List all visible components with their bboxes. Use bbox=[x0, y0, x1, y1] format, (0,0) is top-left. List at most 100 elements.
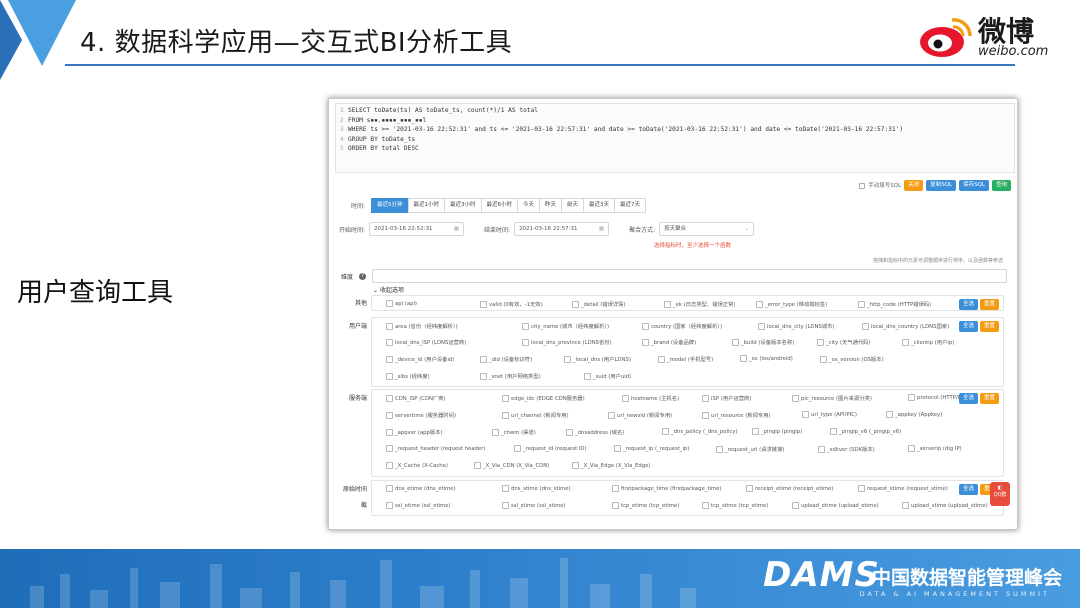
option-checkbox[interactable]: request_stime (request_stime) bbox=[858, 485, 948, 492]
agg-select[interactable]: 按天聚合 ⌄ bbox=[659, 222, 755, 236]
option-checkbox[interactable]: _dns_policy (_dns_policy) bbox=[662, 428, 738, 435]
option-checkbox[interactable]: tcp_stime (tcp_stime) bbox=[702, 502, 768, 509]
option-checkbox[interactable]: _request_ip (_request_ip) bbox=[614, 445, 689, 452]
reset-button[interactable]: 重置 bbox=[979, 299, 999, 310]
option-checkbox[interactable]: edge_idc (EDGE CDN服务器) bbox=[502, 394, 585, 402]
time-option[interactable]: 最近7天 bbox=[614, 198, 647, 213]
time-option[interactable]: 前天 bbox=[561, 198, 585, 213]
sql-editor[interactable]: 1 SELECT toDate(ts) AS toDate_ts, count(*… bbox=[335, 103, 1015, 173]
option-checkbox[interactable]: _error_type (移动端标签) bbox=[756, 300, 827, 308]
close-button[interactable]: 关闭 bbox=[904, 179, 924, 191]
option-checkbox[interactable]: _model (手机型号) bbox=[658, 355, 713, 363]
option-checkbox[interactable]: _sdkver (SDK版本) bbox=[818, 445, 875, 453]
dimension-input[interactable] bbox=[372, 269, 1008, 283]
option-checkbox[interactable]: url_channel (新闻专用) bbox=[502, 411, 569, 419]
time-option[interactable]: 最近1小时 bbox=[407, 198, 445, 213]
option-checkbox[interactable]: valid (0有效，-1无效) bbox=[480, 300, 543, 308]
option-checkbox[interactable]: _X_Via_CDN (X_Via_CDN) bbox=[474, 462, 549, 469]
time-option[interactable]: 最近3小时 bbox=[444, 198, 482, 213]
option-checkbox[interactable]: _city (天气通代码) bbox=[817, 338, 871, 346]
option-checkbox[interactable]: pic_resource (图片来源分类) bbox=[792, 394, 872, 402]
select-all-button[interactable]: 全选 bbox=[958, 484, 978, 495]
option-checkbox[interactable]: _device_id (用户设备id) bbox=[386, 355, 454, 363]
option-checkbox[interactable]: _sibs (经纬度) bbox=[386, 372, 430, 380]
time-option[interactable]: 最近5分钟 bbox=[371, 198, 409, 213]
query-button[interactable]: 查询 bbox=[991, 179, 1011, 191]
option-checkbox[interactable]: _snet (用户网络类型) bbox=[480, 372, 541, 380]
option-checkbox[interactable]: local_dns_country (LDNS国家) bbox=[862, 322, 949, 330]
header-light-triangle bbox=[8, 0, 76, 66]
option-checkbox[interactable]: local_dns_city (LDNS城市) bbox=[758, 322, 834, 330]
reset-button[interactable]: 重置 bbox=[979, 393, 999, 404]
end-time-input[interactable]: 2021-03-16 22:57:31 ▦ bbox=[514, 222, 610, 236]
option-checkbox[interactable]: _detail (错误详情) bbox=[572, 300, 626, 308]
option-checkbox[interactable]: url_type (API/PIC) bbox=[802, 411, 857, 418]
select-all-button[interactable]: 全选 bbox=[958, 321, 978, 332]
chevron-down-icon: ⌄ bbox=[373, 287, 380, 294]
option-checkbox[interactable]: _X_Via_Edge (X_Via_Edge) bbox=[572, 462, 650, 469]
time-option[interactable]: 昨天 bbox=[539, 198, 563, 213]
option-checkbox[interactable]: tcp_etime (tcp_etime) bbox=[612, 502, 679, 509]
collapse-options-toggle[interactable]: ⌄ 收起选项 bbox=[373, 285, 404, 294]
time-option[interactable]: 最近3天 bbox=[583, 198, 616, 213]
option-checkbox[interactable]: _request_id (request ID) bbox=[514, 445, 587, 452]
option-checkbox[interactable]: _chwm (渠道) bbox=[492, 428, 536, 436]
option-checkbox[interactable]: local_dns_ISP (LDNS运营商) bbox=[386, 338, 466, 346]
select-all-button[interactable]: 全选 bbox=[958, 393, 978, 404]
option-checkbox[interactable]: upload_etime (upload_etime) bbox=[792, 502, 879, 509]
option-checkbox[interactable]: _appver (app版本) bbox=[386, 428, 443, 436]
manual-sql-checkbox[interactable]: 手动填写SQL bbox=[859, 181, 901, 189]
sql-line: 4 GROUP BY toDate_ts bbox=[340, 135, 416, 143]
option-checkbox[interactable]: dns_etime (dns_etime) bbox=[386, 485, 456, 492]
option-checkbox[interactable]: _brand (设备品牌) bbox=[642, 338, 696, 346]
option-checkbox[interactable]: local_dns_province (LDNS省份) bbox=[522, 338, 612, 346]
option-checkbox[interactable]: CDN_ISP (CDN厂商) bbox=[386, 394, 446, 402]
option-checkbox[interactable]: api (api) bbox=[386, 300, 417, 307]
option-checkbox[interactable]: dns_stime (dns_stime) bbox=[502, 485, 571, 492]
calendar-icon: ▦ bbox=[453, 226, 460, 232]
skyline-building bbox=[330, 580, 346, 608]
select-all-button[interactable]: 全选 bbox=[958, 299, 978, 310]
option-checkbox[interactable]: _local_dns (用户LDNS) bbox=[564, 355, 631, 363]
option-checkbox[interactable]: _http_code (HTTP错误码) bbox=[858, 300, 931, 308]
agg-label: 聚合方式: bbox=[629, 226, 656, 234]
option-checkbox[interactable]: _appkey (Appkey) bbox=[886, 411, 942, 418]
start-time-input[interactable]: 2021-03-16 22:52:31 ▦ bbox=[369, 222, 465, 236]
option-checkbox[interactable]: _did (设备标识符) bbox=[480, 355, 532, 363]
option-checkbox[interactable]: firstpackage_time (firstpackage_time) bbox=[612, 485, 721, 492]
reset-button[interactable]: 重置 bbox=[979, 321, 999, 332]
option-checkbox[interactable]: _ek (日志类型、错误正常) bbox=[664, 300, 735, 308]
option-checkbox[interactable]: country (国家（经纬度解析）) bbox=[642, 322, 722, 330]
option-checkbox[interactable]: url_resource (新闻专用) bbox=[702, 411, 771, 419]
option-checkbox[interactable]: ssl_etime (ssl_etime) bbox=[386, 502, 451, 509]
option-checkbox[interactable]: _X_Cache (X-Cache) bbox=[386, 462, 448, 469]
conference-name: 中国数据智能管理峰会 bbox=[871, 567, 1062, 589]
option-checkbox[interactable]: _serverip (dig IP) bbox=[908, 445, 962, 452]
option-checkbox[interactable]: url_newsid (新闻专用) bbox=[608, 411, 672, 419]
option-checkbox[interactable]: ISP (用户运营商) bbox=[702, 394, 751, 402]
option-checkbox[interactable]: _dnsaddress (域名) bbox=[566, 428, 624, 436]
help-icon[interactable]: ? bbox=[359, 272, 367, 280]
option-checkbox[interactable]: upload_stime (upload_stime) bbox=[902, 502, 988, 509]
option-checkbox[interactable]: _pingip_v6 (_pingip_v6) bbox=[830, 428, 901, 435]
copy-sql-button[interactable]: 复制SQL bbox=[926, 179, 957, 191]
time-option[interactable]: 最近6小时 bbox=[480, 198, 518, 213]
option-checkbox[interactable]: servertime (服务器时间) bbox=[386, 411, 456, 419]
option-checkbox[interactable]: _os_version (OS版本) bbox=[820, 355, 884, 363]
option-checkbox[interactable]: ssl_stime (ssl_stime) bbox=[502, 502, 566, 509]
time-option[interactable]: 今天 bbox=[517, 198, 541, 213]
save-sql-button[interactable]: 保存SQL bbox=[959, 179, 989, 191]
qq-group-float-button[interactable]: ◧ QQ群 bbox=[990, 482, 1010, 506]
option-checkbox[interactable]: city_name (城市（经纬度解析）) bbox=[522, 322, 609, 330]
skyline-building bbox=[290, 572, 300, 608]
option-checkbox[interactable]: _os (ios/android) bbox=[740, 355, 793, 362]
option-checkbox[interactable]: _pingip (pingip) bbox=[752, 428, 802, 435]
option-checkbox[interactable]: _build (设备版本名称) bbox=[732, 338, 794, 346]
option-checkbox[interactable]: area (省份（经纬度解析）) bbox=[386, 322, 458, 330]
option-checkbox[interactable]: _suid (用户uid) bbox=[584, 372, 631, 380]
option-checkbox[interactable]: _request_header (request header) bbox=[386, 445, 485, 452]
option-checkbox[interactable]: receipt_etime (receipt_etime) bbox=[746, 485, 833, 492]
option-checkbox[interactable]: _clientip (用户ip) bbox=[902, 338, 954, 346]
option-checkbox[interactable]: _request_url (请求链接) bbox=[716, 445, 784, 453]
option-checkbox[interactable]: hostname (主机名) bbox=[622, 394, 679, 402]
